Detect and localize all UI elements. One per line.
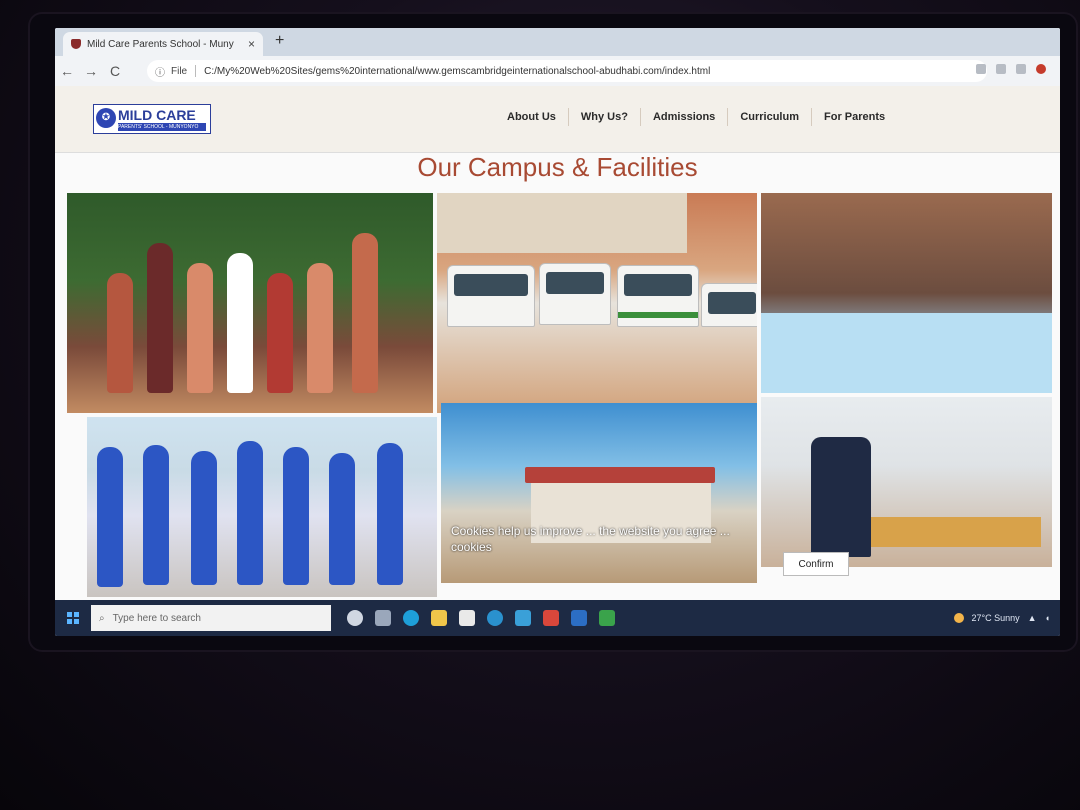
favicon-icon xyxy=(71,39,81,49)
photo-students-cheering xyxy=(67,193,433,413)
school-logo[interactable]: ✪ MILD CARE PARENTS' SCHOOL - MUNYONYO xyxy=(93,104,211,134)
building-shape xyxy=(437,193,687,253)
nav-admissions[interactable]: Admissions xyxy=(641,111,727,123)
mail-icon[interactable] xyxy=(515,610,531,626)
address-bar[interactable]: ⓘ File C:/My%20Web%20Sites/gems%20intern… xyxy=(147,60,987,82)
windows-logo-icon xyxy=(67,612,79,624)
taskbar-apps xyxy=(347,610,615,626)
confirm-button[interactable]: Confirm xyxy=(783,552,849,576)
toolbar-icons xyxy=(976,64,1046,74)
student-figure xyxy=(283,447,309,585)
volume-icon[interactable]: ◖ xyxy=(1045,613,1050,623)
pool-water xyxy=(761,313,1052,393)
photo-school-buses xyxy=(437,193,757,413)
address-scheme-label: File xyxy=(171,65,188,77)
forward-icon[interactable]: → xyxy=(79,63,103,79)
new-tab-button[interactable]: + xyxy=(275,32,284,50)
url-text[interactable]: C:/My%20Web%20Sites/gems%20international… xyxy=(204,66,710,77)
student-figure xyxy=(237,441,263,585)
system-tray: 27°C Sunny ▲ ◖ xyxy=(953,613,1050,623)
nav-for-parents[interactable]: For Parents xyxy=(812,111,897,123)
share-icon[interactable] xyxy=(976,64,986,74)
nav-curriculum[interactable]: Curriculum xyxy=(728,111,811,123)
chrome-icon[interactable] xyxy=(543,610,559,626)
student-figure xyxy=(267,273,293,393)
info-icon[interactable]: ⓘ xyxy=(155,64,165,79)
student-figure xyxy=(191,451,217,585)
search-icon: ⌕ xyxy=(99,612,105,624)
cortana-icon[interactable] xyxy=(347,610,363,626)
van-shape xyxy=(701,283,757,327)
weather-sun-icon[interactable] xyxy=(953,613,964,623)
student-figure xyxy=(143,445,169,585)
student-figure xyxy=(107,273,133,393)
logo-subtitle: PARENTS' SCHOOL - MUNYONYO xyxy=(118,123,206,131)
photo-dining-event xyxy=(761,397,1052,567)
file-explorer-icon[interactable] xyxy=(431,610,447,626)
search-placeholder: Type here to search xyxy=(112,612,201,624)
bus-shape xyxy=(539,263,611,325)
browser-toolbar: ← → C ⓘ File C:/My%20Web%20Sites/gems%20… xyxy=(55,56,1060,86)
excel-icon[interactable] xyxy=(599,610,615,626)
photo-swimming-pool xyxy=(761,193,1052,393)
campus-photo-grid: Cookies help us improve ... the website … xyxy=(67,193,1052,597)
profile-avatar-icon[interactable] xyxy=(1036,64,1046,74)
back-icon[interactable]: ← xyxy=(55,63,79,79)
store-icon[interactable] xyxy=(459,610,475,626)
photo-school-building: Cookies help us improve ... the website … xyxy=(441,403,757,583)
address-separator xyxy=(195,65,197,77)
main-navigation: About Us Why Us? Admissions Curriculum F… xyxy=(495,108,897,126)
browser-tab[interactable]: Mild Care Parents School - Muny × xyxy=(63,32,263,56)
student-figure xyxy=(227,253,253,393)
close-tab-icon[interactable]: × xyxy=(248,37,255,51)
section-title: Our Campus & Facilities xyxy=(417,152,698,182)
reload-icon[interactable]: C xyxy=(103,63,127,79)
task-view-icon[interactable] xyxy=(375,610,391,626)
bookmark-star-icon[interactable] xyxy=(996,64,1006,74)
bus-shape xyxy=(617,265,699,327)
student-figure xyxy=(377,443,403,585)
student-figure xyxy=(329,453,355,585)
student-figure xyxy=(307,263,333,393)
student-figure xyxy=(352,233,378,393)
edge-icon[interactable] xyxy=(403,610,419,626)
site-header: ✪ MILD CARE PARENTS' SCHOOL - MUNYONYO A… xyxy=(55,86,1060,153)
bus-shape xyxy=(447,265,535,327)
logo-name: MILD CARE xyxy=(118,107,196,123)
cookie-notice-text: Cookies help us improve ... the website … xyxy=(451,524,730,554)
tab-title: Mild Care Parents School - Muny xyxy=(87,38,234,50)
word-icon[interactable] xyxy=(571,610,587,626)
student-figure xyxy=(187,263,213,393)
roof-shape xyxy=(525,467,715,483)
windows-taskbar: ⌕ Type here to search 27°C Sunny ▲ ◖ xyxy=(55,600,1060,636)
weather-text[interactable]: 27°C Sunny xyxy=(972,613,1020,623)
browser-tab-strip: Mild Care Parents School - Muny × + xyxy=(55,28,1060,56)
start-button[interactable] xyxy=(55,600,91,636)
photo-sports-team xyxy=(87,417,437,597)
browser-icon[interactable] xyxy=(487,610,503,626)
laptop-screen: Mild Care Parents School - Muny × + ← → … xyxy=(55,28,1060,636)
nav-why-us[interactable]: Why Us? xyxy=(569,111,640,123)
taskbar-search[interactable]: ⌕ Type here to search xyxy=(91,605,331,631)
student-figure xyxy=(147,243,173,393)
student-figure xyxy=(97,447,123,587)
extensions-icon[interactable] xyxy=(1016,64,1026,74)
logo-crest-icon: ✪ xyxy=(96,108,116,128)
network-icon[interactable]: ▲ xyxy=(1028,613,1037,623)
nav-about-us[interactable]: About Us xyxy=(495,111,568,123)
person-figure xyxy=(811,437,871,557)
table-shape xyxy=(871,517,1041,547)
